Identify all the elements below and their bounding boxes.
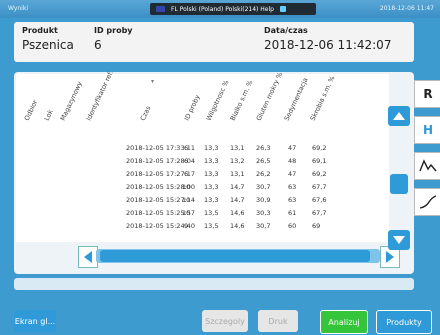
column-header[interactable]: ID proby bbox=[183, 94, 202, 122]
column-header[interactable]: Magazynowy bbox=[59, 80, 84, 122]
column-header[interactable]: Odbior bbox=[23, 99, 39, 122]
window-title: Wyniki bbox=[8, 5, 28, 12]
column-header[interactable]: Bialko s.m. % bbox=[229, 79, 255, 122]
column-header[interactable]: Lok bbox=[43, 108, 55, 122]
status-strip bbox=[14, 278, 414, 290]
tab-h[interactable]: H bbox=[414, 116, 440, 144]
vertical-scrollbar[interactable] bbox=[388, 106, 410, 250]
results-panel: Odbior Lok Magazynowy Identyfikator ref.… bbox=[14, 70, 414, 274]
scroll-up-button[interactable] bbox=[388, 106, 410, 126]
tab-graph-2[interactable] bbox=[414, 188, 440, 216]
footer-bar: Ekran gl... Szczegoly Druk Analizuj Prod… bbox=[14, 310, 440, 334]
table-row[interactable]: 2018-12-05 15:28:00 10 13,3 14,7 30,7 63 67,7 bbox=[16, 181, 389, 195]
view-tabs: R H bbox=[414, 80, 440, 216]
results-table: Odbior Lok Magazynowy Identyfikator ref.… bbox=[16, 70, 389, 242]
produkt-label: Produkt bbox=[22, 26, 58, 35]
tab-r[interactable]: R bbox=[414, 80, 440, 108]
wifi-icon bbox=[279, 6, 286, 12]
locale-text: FL Polski (Poland) Polski(214) Help bbox=[171, 5, 274, 13]
datetime-label: Data/czas bbox=[264, 26, 308, 35]
print-button[interactable]: Druk bbox=[258, 310, 298, 332]
curve-icon bbox=[419, 195, 437, 209]
tab-graph-1[interactable] bbox=[414, 152, 440, 180]
column-header[interactable]: Czas bbox=[139, 105, 153, 122]
id-label: ID proby bbox=[94, 26, 133, 35]
sample-header: Produkt Pszenica ID proby 6 Data/czas 20… bbox=[14, 22, 414, 62]
scroll-left-button[interactable] bbox=[78, 246, 98, 268]
column-header[interactable]: Wilgotnosc % bbox=[205, 79, 231, 122]
table-row[interactable]: 2018-12-05 17:27:17 6 13,3 13,1 26,2 47 69,2 bbox=[16, 168, 389, 182]
waveform-icon bbox=[419, 159, 437, 172]
column-header[interactable]: Sedymentacja bbox=[283, 77, 310, 122]
table-row[interactable]: 2018-12-05 17:33:11 6 13,3 13,1 26,3 47 69,2 bbox=[16, 142, 389, 156]
table-row[interactable]: 2018-12-05 17:28:04 6 13,3 13,2 26,5 48 69,1 bbox=[16, 155, 389, 169]
flag-icon bbox=[156, 6, 165, 12]
id-value: 6 bbox=[94, 38, 102, 52]
scroll-down-button[interactable] bbox=[388, 230, 410, 250]
horizontal-scrollbar[interactable] bbox=[78, 246, 400, 268]
column-header[interactable]: Identyfikator ref. bbox=[85, 70, 115, 122]
analyze-button[interactable]: Analizuj bbox=[320, 310, 368, 334]
sort-indicator-icon: ▾ bbox=[151, 78, 155, 85]
details-button[interactable]: Szczegoly bbox=[202, 310, 248, 332]
column-header[interactable]: Gluten mokry % bbox=[255, 71, 284, 122]
produkt-value: Pszenica bbox=[22, 38, 74, 52]
products-button[interactable]: Produkty bbox=[376, 310, 432, 334]
scroll-thumb-vertical[interactable] bbox=[390, 174, 408, 194]
table-row[interactable]: 2018-12-05 15:24:40 9 13,5 14,6 30,7 60 69 bbox=[16, 220, 389, 234]
home-screen-button[interactable]: Ekran gl... bbox=[14, 310, 56, 332]
top-bar: Wyniki FL Polski (Poland) Polski(214) He… bbox=[0, 0, 440, 18]
table-row[interactable]: 2018-12-05 15:27:14 10 13,3 14,7 30,9 63 67,6 bbox=[16, 194, 389, 208]
locale-bar[interactable]: FL Polski (Poland) Polski(214) Help bbox=[150, 3, 316, 15]
datetime-value: 2018-12-06 11:42:07 bbox=[264, 38, 392, 52]
scroll-thumb[interactable] bbox=[100, 250, 370, 262]
column-header[interactable]: Skrobia s.m. % bbox=[309, 75, 337, 122]
table-row[interactable]: 2018-12-05 15:25:57 10 13,5 14,6 30,3 61 67,7 bbox=[16, 207, 389, 221]
clock: 2018-12-06 11:47 bbox=[379, 5, 434, 12]
